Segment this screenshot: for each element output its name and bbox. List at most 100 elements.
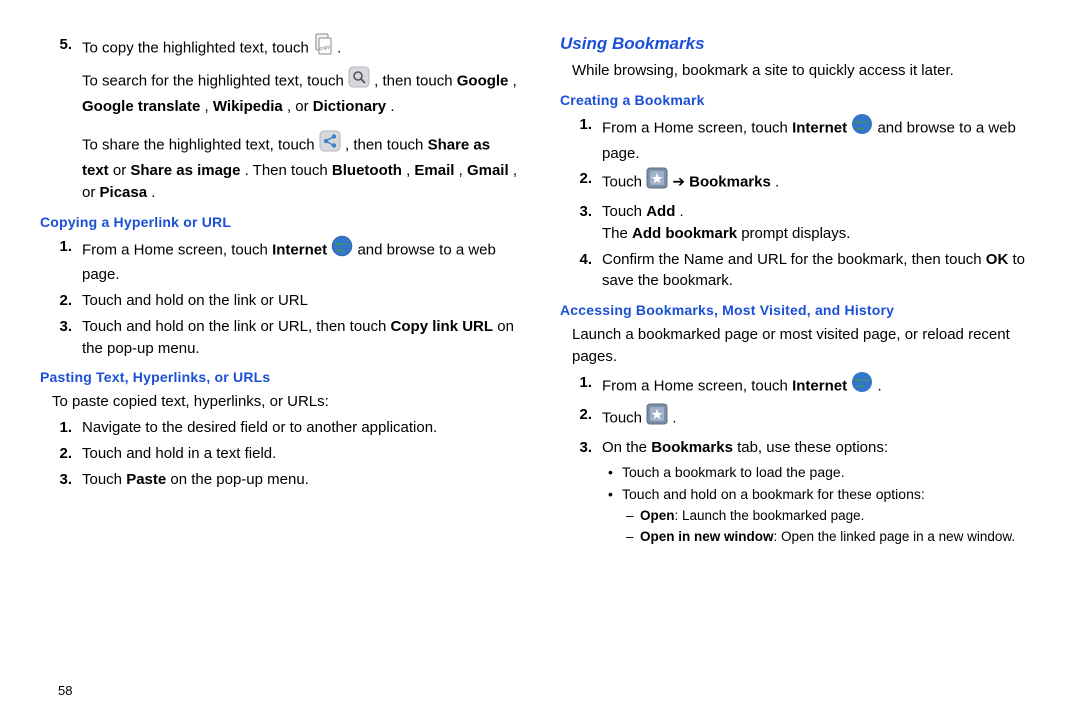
bold-text: Dictionary — [313, 98, 386, 115]
bold-text: Picasa — [100, 184, 148, 201]
text: . — [680, 203, 684, 220]
step-number: 3. — [560, 201, 602, 245]
step-4: 4. Confirm the Name and URL for the book… — [560, 249, 1040, 293]
bold-text: OK — [986, 251, 1009, 268]
text: . Then touch — [245, 162, 332, 179]
bold-text: Bookmarks — [689, 174, 771, 191]
text: , — [513, 72, 517, 89]
bold-text: Bookmarks — [651, 439, 733, 456]
intro-text: While browsing, bookmark a site to quick… — [560, 60, 1040, 82]
text: , — [205, 98, 213, 115]
step-number: 2. — [40, 443, 82, 465]
text: Touch and hold on the link or URL, then … — [82, 318, 391, 335]
bold-text: Google — [457, 72, 509, 89]
text: prompt displays. — [741, 225, 850, 242]
step-text: Touch . — [602, 404, 1040, 433]
step-text: Touch and hold on the link or URL, then … — [82, 316, 520, 360]
bold-text: Paste — [126, 471, 166, 488]
step-text: Touch Add . The Add bookmark prompt disp… — [602, 201, 1040, 245]
step-text: To copy the highlighted text, touch copy… — [82, 34, 520, 63]
text: . — [672, 410, 676, 427]
text: The — [602, 225, 632, 242]
text: To search for the highlighted text, touc… — [82, 72, 348, 89]
step-number: 4. — [560, 249, 602, 293]
left-column: 5. To copy the highlighted text, touch c… — [40, 30, 540, 710]
search-paragraph: To search for the highlighted text, touc… — [40, 67, 520, 118]
subheading-creating-bookmark: Creating a Bookmark — [560, 92, 1040, 108]
step-3: 3. Touch Paste on the pop-up menu. — [40, 469, 520, 491]
search-icon — [348, 66, 370, 95]
bold-text: Copy link URL — [391, 318, 494, 335]
step-1: 1. From a Home screen, touch Internet an… — [40, 236, 520, 287]
text: Confirm the Name and URL for the bookmar… — [602, 251, 986, 268]
step-text: Touch and hold on the link or URL — [82, 290, 520, 312]
text: To copy the highlighted text, touch — [82, 39, 313, 56]
text: . — [151, 184, 155, 201]
right-column: Using Bookmarks While browsing, bookmark… — [540, 30, 1040, 710]
step-number: 3. — [40, 469, 82, 491]
text: on the pop-up menu. — [170, 471, 308, 488]
subheading-accessing-bookmarks: Accessing Bookmarks, Most Visited, and H… — [560, 302, 1040, 318]
bold-text: Google translate — [82, 98, 200, 115]
step-text: Touch ➔ Bookmarks . — [602, 168, 1040, 197]
text: Touch and hold on a bookmark for these o… — [622, 486, 925, 502]
text: Touch — [602, 410, 646, 427]
step-number: 1. — [40, 417, 82, 439]
text: : Open the linked page in a new window. — [774, 529, 1016, 544]
text: , then touch — [345, 137, 428, 154]
text: . — [390, 98, 394, 115]
bold-text: Bluetooth — [332, 162, 402, 179]
text: From a Home screen, touch — [602, 377, 792, 394]
bold-text: Gmail — [467, 162, 509, 179]
step-number: 2. — [560, 404, 602, 433]
step-1: 1. From a Home screen, touch Internet . — [560, 372, 1040, 401]
bold-text: Open — [640, 508, 675, 523]
step-5: 5. To copy the highlighted text, touch c… — [40, 34, 520, 63]
step-number: 1. — [40, 236, 82, 287]
step-1: 1. Navigate to the desired field or to a… — [40, 417, 520, 439]
dash-item: Open: Launch the bookmarked page. — [640, 507, 1040, 526]
step-number: 2. — [560, 168, 602, 197]
dash-list: Open: Launch the bookmarked page. Open i… — [622, 507, 1040, 547]
bold-text: Share as image — [130, 162, 240, 179]
text: tab, use these options: — [737, 439, 888, 456]
copy-icon: copy — [313, 33, 333, 62]
text: or — [113, 162, 131, 179]
bold-text: Internet — [272, 241, 327, 258]
step-text: Navigate to the desired field or to anot… — [82, 417, 520, 439]
step-number: 3. — [560, 437, 602, 459]
text: To share the highlighted text, touch — [82, 137, 319, 154]
step-text: From a Home screen, touch Internet and b… — [82, 236, 520, 287]
intro-text: Launch a bookmarked page or most visited… — [560, 324, 1040, 368]
step-1: 1. From a Home screen, touch Internet an… — [560, 114, 1040, 165]
bullet-item: Touch a bookmark to load the page. — [622, 463, 1040, 483]
step-2: 2. Touch and hold in a text field. — [40, 443, 520, 465]
text: . — [775, 174, 779, 191]
page-number: 58 — [58, 683, 72, 698]
step-number: 5. — [40, 34, 82, 63]
bold-text: Internet — [792, 377, 847, 394]
step-text: Confirm the Name and URL for the bookmar… — [602, 249, 1040, 293]
step-text: From a Home screen, touch Internet and b… — [602, 114, 1040, 165]
bold-text: Email — [414, 162, 454, 179]
step-3: 3. Touch Add . The Add bookmark prompt d… — [560, 201, 1040, 245]
intro-text: To paste copied text, hyperlinks, or URL… — [40, 391, 520, 413]
step-2: 2. Touch and hold on the link or URL — [40, 290, 520, 312]
step-2: 2. Touch . — [560, 404, 1040, 433]
bold-text: Internet — [792, 119, 847, 136]
text: . — [337, 39, 341, 56]
section-heading-bookmarks: Using Bookmarks — [560, 34, 1040, 54]
internet-globe-icon — [851, 113, 873, 142]
internet-globe-icon — [331, 235, 353, 264]
bookmark-star-icon — [646, 167, 668, 196]
bookmark-star-icon — [646, 403, 668, 432]
text: : Launch the bookmarked page. — [675, 508, 865, 523]
step-3: 3. On the Bookmarks tab, use these optio… — [560, 437, 1040, 459]
text: From a Home screen, touch — [82, 241, 272, 258]
step-2: 2. Touch ➔ Bookmarks . — [560, 168, 1040, 197]
text: ➔ — [672, 174, 689, 191]
bold-text: Add bookmark — [632, 225, 737, 242]
text: From a Home screen, touch — [602, 119, 792, 136]
share-icon — [319, 130, 341, 159]
page-content: 5. To copy the highlighted text, touch c… — [0, 0, 1080, 720]
